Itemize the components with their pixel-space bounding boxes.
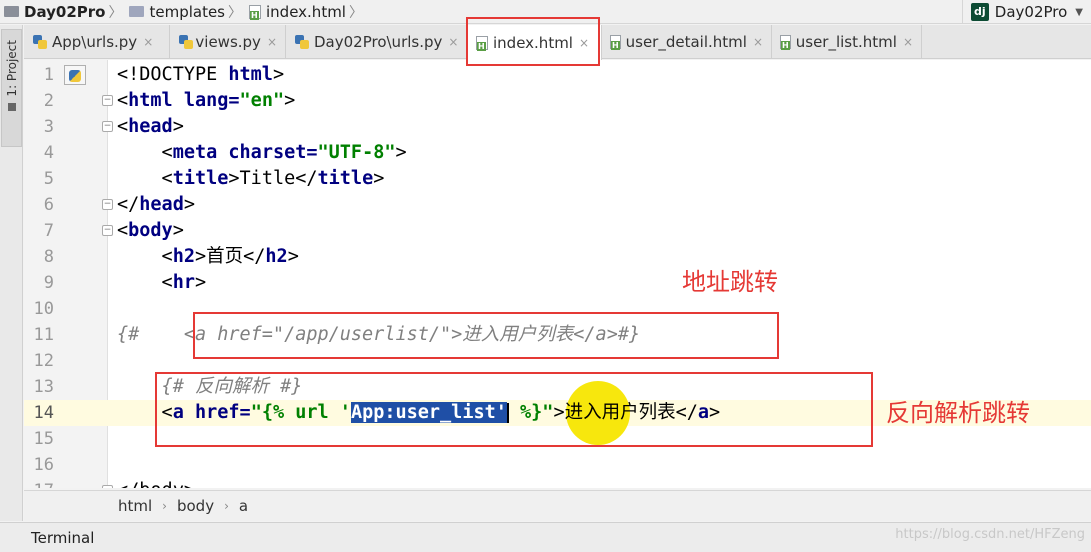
line-number: 5 — [43, 169, 54, 189]
project-tool-window-button[interactable]: 1: Project — [1, 29, 22, 147]
line-number: 13 — [33, 377, 54, 397]
code-text: <h2>首页</h2> — [117, 246, 299, 267]
watermark: https://blog.csdn.net/HFZeng — [895, 527, 1085, 542]
code-line-5[interactable]: 5 <title>Title</title> — [24, 166, 1091, 192]
chevron-down-icon: ▼ — [1075, 6, 1083, 18]
code-text: <title>Title</title> — [117, 168, 385, 189]
close-icon[interactable]: × — [903, 35, 913, 49]
project-tool-window-label: 1: Project — [4, 40, 19, 97]
code-line-3[interactable]: 3 − <head> — [24, 114, 1091, 140]
line-number: 16 — [33, 455, 54, 475]
code-line-2[interactable]: 2 − <html lang="en"> — [24, 88, 1091, 114]
code-line-7[interactable]: 7 − <body> — [24, 218, 1091, 244]
line-number: 9 — [43, 273, 54, 293]
folder-icon — [129, 6, 145, 17]
tab-label: user_detail.html — [625, 33, 747, 51]
tab-label: App\urls.py — [52, 33, 138, 51]
breadcrumb-separator-icon: › — [162, 499, 167, 513]
line-number: 1 — [43, 65, 54, 85]
code-breadcrumb-a[interactable]: a — [239, 497, 248, 515]
python-file-icon — [294, 34, 310, 50]
code-line-6[interactable]: 6 − </head> — [24, 192, 1091, 218]
line-number: 3 — [43, 117, 54, 137]
tab-user-detail-html[interactable]: user_detail.html × — [602, 25, 772, 59]
tab-label: views.py — [195, 33, 261, 51]
line-number: 10 — [33, 299, 54, 319]
code-line-8[interactable]: 8 <h2>首页</h2> — [24, 244, 1091, 270]
breadcrumb-project-label: Day02Pro — [24, 2, 106, 21]
fold-icon[interactable]: − — [102, 225, 113, 236]
code-line-9[interactable]: 9 <hr> — [24, 270, 1091, 296]
run-configuration-label: Day02Pro — [994, 3, 1068, 21]
terminal-tool-button[interactable]: Terminal — [31, 529, 94, 547]
code-text: <html lang="en"> — [117, 90, 296, 111]
breadcrumb-file-label: index.html — [266, 2, 346, 21]
code-line-4[interactable]: 4 <meta charset="UTF-8"> — [24, 140, 1091, 166]
code-text: </body> — [117, 478, 195, 488]
project-icon — [7, 102, 16, 111]
line-number: 12 — [33, 351, 54, 371]
line-number: 2 — [43, 91, 54, 111]
line-number: 17 — [24, 478, 54, 488]
code-text: <!DOCTYPE html> — [117, 64, 285, 85]
breadcrumb-separator-icon: 〉 — [348, 4, 363, 21]
highlight-box-reverse-jump — [155, 372, 873, 447]
code-line-16[interactable]: 16 — [24, 452, 1091, 478]
line-number: 15 — [33, 429, 54, 449]
fold-icon[interactable]: − — [102, 95, 113, 106]
line-number: 7 — [43, 221, 54, 241]
python-file-icon — [64, 65, 86, 85]
line-number: 4 — [43, 143, 54, 163]
fold-icon[interactable]: − — [102, 199, 113, 210]
code-text: <hr> — [117, 272, 207, 293]
close-icon[interactable]: × — [448, 35, 458, 49]
code-breadcrumb-body[interactable]: body — [177, 497, 214, 515]
breadcrumb-separator-icon: › — [224, 499, 229, 513]
tab-day02pro-urls[interactable]: Day02Pro\urls.py × — [286, 25, 468, 59]
tab-views[interactable]: views.py × — [170, 25, 286, 59]
close-icon[interactable]: × — [753, 35, 763, 49]
python-file-icon — [178, 34, 194, 50]
breadcrumb-separator-icon: 〉 — [228, 4, 242, 21]
breadcrumb-file[interactable]: index.html — [245, 0, 348, 24]
line-number: 8 — [43, 247, 54, 267]
code-breadcrumb-bar: html › body › a — [24, 490, 1091, 521]
folder-icon — [4, 6, 19, 17]
fold-icon[interactable]: − — [102, 121, 113, 132]
annotation-reverse-jump: 反向解析跳转 — [886, 399, 1030, 427]
highlight-box-address-jump — [193, 312, 779, 359]
code-line-17[interactable]: 17 − </body> — [24, 478, 1091, 488]
close-icon[interactable]: × — [143, 35, 153, 49]
tab-label: user_list.html — [795, 33, 897, 51]
python-file-icon — [32, 34, 48, 50]
annotation-address-jump: 地址跳转 — [682, 268, 778, 296]
django-icon: dj — [970, 3, 989, 21]
breadcrumb-folder-label: templates — [149, 2, 225, 21]
breadcrumb-separator-icon: 〉 — [108, 4, 123, 21]
code-text: <meta charset="UTF-8"> — [117, 142, 407, 163]
html-file-icon — [249, 4, 261, 20]
tab-user-list-html[interactable]: user_list.html × — [772, 25, 922, 59]
html-file-icon — [610, 35, 621, 50]
run-configuration-selector[interactable]: dj Day02Pro ▼ — [961, 0, 1091, 24]
tab-label: Day02Pro\urls.py — [314, 33, 443, 51]
highlight-box-active-tab — [466, 17, 600, 66]
code-text: <head> — [117, 116, 184, 137]
close-icon[interactable]: × — [267, 35, 277, 49]
line-number: 11 — [33, 325, 54, 345]
breadcrumb-folder[interactable]: templates — [125, 0, 227, 24]
line-number: 14 — [33, 403, 54, 423]
code-text: <body> — [117, 220, 184, 241]
tab-app-urls[interactable]: App\urls.py × — [24, 25, 170, 59]
breadcrumb-project[interactable]: Day02Pro — [0, 0, 107, 24]
fold-icon[interactable]: − — [102, 485, 113, 488]
tool-window-strip: 1: Project — [0, 25, 23, 521]
code-breadcrumb-html[interactable]: html — [118, 497, 152, 515]
line-number: 6 — [43, 195, 54, 215]
html-file-icon — [780, 35, 791, 50]
code-text: </head> — [117, 194, 195, 215]
